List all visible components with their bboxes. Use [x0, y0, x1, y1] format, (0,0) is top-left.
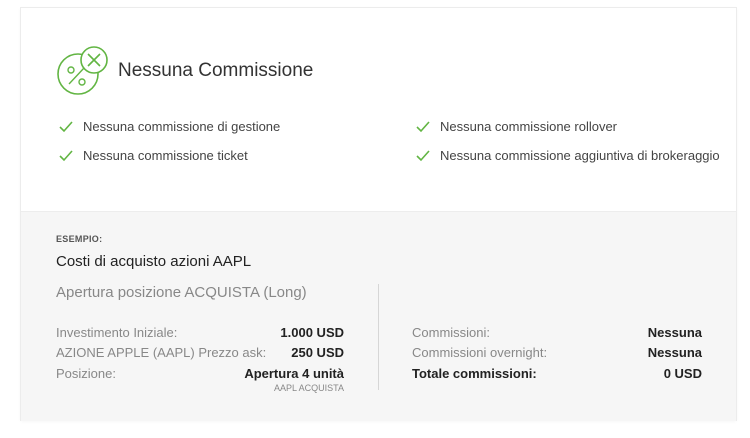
commissions-value: Nessuna: [647, 325, 702, 340]
percent-cross-icon: [56, 44, 110, 98]
feature-item: Nessuna commissione aggiuntiva di broker…: [416, 148, 720, 163]
check-icon: [59, 149, 73, 162]
feature-item: Nessuna commissione ticket: [59, 148, 248, 163]
section-title: Nessuna Commissione: [118, 60, 314, 81]
example-section: ESEMPIO: Costi di acquisto azioni AAPL A…: [21, 211, 736, 421]
feature-label: Nessuna commissione aggiuntiva di broker…: [440, 148, 720, 163]
initial-investment-label: Investimento Iniziale:: [56, 325, 178, 340]
total-commissions-value: 0 USD: [663, 366, 702, 381]
initial-investment-value: 1.000 USD: [280, 325, 344, 340]
overnight-commissions-value: Nessuna: [647, 345, 702, 360]
feature-label: Nessuna commissione di gestione: [83, 119, 281, 134]
example-label: ESEMPIO:: [56, 234, 103, 244]
card-header-section: Nessuna Commissione Nessuna commissione …: [21, 8, 736, 211]
position-value: Apertura 4 unità: [244, 366, 344, 381]
position-label: Posizione:: [56, 366, 116, 381]
commission-card: Nessuna Commissione Nessuna commissione …: [21, 8, 736, 421]
position-title: Apertura posizione ACQUISTA (Long): [56, 284, 307, 301]
commissions-label: Commissioni:: [412, 325, 491, 340]
example-title: Costi di acquisto azioni AAPL: [56, 253, 252, 270]
feature-item: Nessuna commissione rollover: [416, 119, 617, 134]
column-divider: [378, 284, 379, 390]
feature-label: Nessuna commissione ticket: [83, 148, 248, 163]
ask-price-value: 250 USD: [291, 345, 344, 360]
position-note: AAPL ACQUISTA: [273, 383, 344, 393]
feature-label: Nessuna commissione rollover: [440, 119, 618, 134]
overnight-commissions-label: Commissioni overnight:: [412, 345, 548, 360]
total-commissions-label: Totale commissioni:: [412, 366, 537, 381]
check-icon: [59, 120, 73, 133]
check-icon: [416, 120, 430, 133]
check-icon: [416, 149, 430, 162]
feature-item: Nessuna commissione di gestione: [59, 119, 280, 134]
